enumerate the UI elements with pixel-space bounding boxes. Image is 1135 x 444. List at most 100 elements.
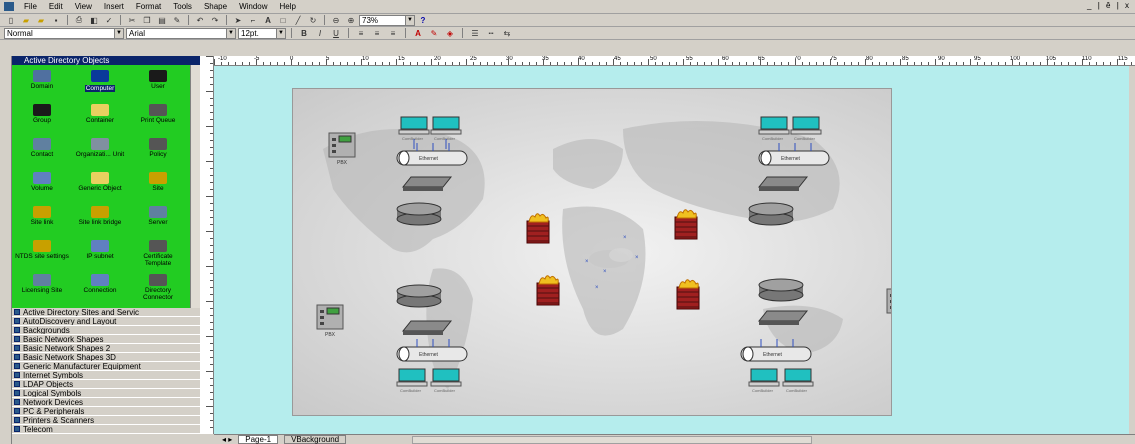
fill-color-icon[interactable]: ◈: [443, 28, 457, 39]
rotate-tool-icon[interactable]: ↻: [306, 15, 320, 26]
new-icon[interactable]: ▯: [4, 15, 18, 26]
connector-tool-icon[interactable]: ⌐: [246, 15, 260, 26]
font-size-select[interactable]: 12pt. ▼: [238, 27, 286, 39]
stencil-shape-site-link[interactable]: Site link: [14, 204, 70, 240]
drawing-canvas[interactable]: PBX ComBuilder ComBuilder Ethernet ComBuilde…: [214, 66, 1129, 434]
font-select[interactable]: Arial ▼: [126, 27, 236, 39]
italic-icon[interactable]: I: [313, 28, 327, 39]
stencil-shape-site-link-bridge[interactable]: Site link bridge: [72, 204, 128, 240]
line-color-icon[interactable]: ✎: [427, 28, 441, 39]
drawing-page[interactable]: PBX ComBuilder ComBuilder Ethernet ComBuilde…: [292, 88, 892, 416]
stencil-shape-org-unit[interactable]: Organizati... Unit: [72, 136, 128, 172]
pointer-tool-icon[interactable]: ➤: [231, 15, 245, 26]
menu-view[interactable]: View: [69, 1, 98, 13]
align-right-icon[interactable]: ≡: [386, 28, 400, 39]
stencil-list-item[interactable]: LDAP Objects: [12, 380, 200, 389]
paste-icon[interactable]: ▤: [155, 15, 169, 26]
window-controls[interactable]: _ | ê | x: [1087, 1, 1131, 10]
stencil-shape-ntds[interactable]: NTDS site settings: [14, 238, 70, 274]
stencil-shape-policy[interactable]: Policy: [130, 136, 186, 172]
stencil-list-item[interactable]: AutoDiscovery and Layout: [12, 317, 200, 326]
stencil-shape-certificate[interactable]: Certificate Template: [130, 238, 186, 274]
stencil-shape-directory-connector[interactable]: Directory Connector: [130, 272, 186, 308]
print-preview-icon[interactable]: ◧: [87, 15, 101, 26]
ruler-tick: [424, 62, 425, 65]
zoom-select[interactable]: 73% ▼: [359, 14, 415, 26]
stencil-list-item[interactable]: Basic Network Shapes: [12, 335, 200, 344]
tab-nav-icon[interactable]: ◂ ▸: [222, 435, 232, 444]
stencil-list-item[interactable]: Generic Manufacturer Equipment: [12, 362, 200, 371]
stencil-list-item[interactable]: Basic Network Shapes 3D: [12, 353, 200, 362]
line-pattern-icon[interactable]: ┅: [484, 28, 498, 39]
rectangle-tool-icon[interactable]: □: [276, 15, 290, 26]
menu-file[interactable]: File: [18, 1, 43, 13]
firewall-flame: [538, 275, 559, 285]
menu-help[interactable]: Help: [274, 1, 302, 13]
stencil-shape-user[interactable]: User: [130, 68, 186, 104]
menu-shape[interactable]: Shape: [198, 1, 233, 13]
stencil-list-item[interactable]: Network Devices: [12, 398, 200, 407]
font-color-icon[interactable]: A: [411, 28, 425, 39]
stencil-shape-site[interactable]: Site: [130, 170, 186, 206]
stencil-shape-computer[interactable]: Computer: [72, 68, 128, 104]
horizontal-scrollbar[interactable]: [412, 435, 813, 444]
zoom-out-icon[interactable]: ⊖: [329, 15, 343, 26]
vertical-scrollbar[interactable]: [1129, 66, 1135, 434]
align-left-icon[interactable]: ≡: [354, 28, 368, 39]
text-tool-icon[interactable]: A: [261, 15, 275, 26]
cut-icon[interactable]: ✂: [125, 15, 139, 26]
stencil-shape-label: Certificate Template: [143, 253, 173, 267]
stencil-shape-ip-subnet[interactable]: IP subnet: [72, 238, 128, 274]
stencil-list-item[interactable]: Backgrounds: [12, 326, 200, 335]
format-painter-icon[interactable]: ✎: [170, 15, 184, 26]
pbx-screen: [326, 307, 340, 315]
stencil-shape-contact[interactable]: Contact: [14, 136, 70, 172]
stencil-shape-connection[interactable]: Connection: [72, 272, 128, 308]
redo-icon[interactable]: ↷: [208, 15, 222, 26]
stencil-shape-group[interactable]: Group: [14, 102, 70, 138]
menu-window[interactable]: Window: [233, 1, 273, 13]
panel-left-strip: [0, 56, 12, 444]
menu-edit[interactable]: Edit: [43, 1, 69, 13]
stencil-list-item[interactable]: Printers & Scanners: [12, 416, 200, 425]
line-ends-icon[interactable]: ⇆: [500, 28, 514, 39]
stencil-list-item[interactable]: Logical Symbols: [12, 389, 200, 398]
stencil-shape-container[interactable]: Container: [72, 102, 128, 138]
stencil-open-icon[interactable]: ▰: [34, 15, 48, 26]
style-select[interactable]: Normal ▼: [4, 27, 124, 39]
stencil-list-item[interactable]: Basic Network Shapes 2: [12, 344, 200, 353]
stencil-list-item[interactable]: Active Directory Sites and Servic: [12, 308, 200, 317]
ruler-tick: [210, 84, 213, 85]
app-icon[interactable]: [4, 2, 14, 11]
align-center-icon[interactable]: ≡: [370, 28, 384, 39]
stencil-list-item[interactable]: PC & Peripherals: [12, 407, 200, 416]
stencil-list-item[interactable]: Telecom: [12, 425, 200, 434]
stencil-shape-print-queue[interactable]: Print Queue: [130, 102, 186, 138]
spelling-icon[interactable]: ✓: [102, 15, 116, 26]
open-icon[interactable]: ▰: [19, 15, 33, 26]
tab-vbackground[interactable]: VBackground: [284, 435, 347, 444]
stencil-list-item[interactable]: Internet Symbols: [12, 371, 200, 380]
stencil-scrollbar[interactable]: [190, 65, 200, 308]
zoom-in-icon[interactable]: ⊕: [344, 15, 358, 26]
line-weight-icon[interactable]: ☰: [468, 28, 482, 39]
line-tool-icon[interactable]: ╱: [291, 15, 305, 26]
stencil-shape-domain[interactable]: Domain: [14, 68, 70, 104]
bold-icon[interactable]: B: [297, 28, 311, 39]
tab-page-1[interactable]: Page-1: [238, 435, 279, 444]
page-tabs-bar: ◂ ▸ Page-1 VBackground: [214, 434, 1135, 444]
stencil-shape-volume[interactable]: Volume: [14, 170, 70, 206]
menu-tools[interactable]: Tools: [167, 1, 198, 13]
help-icon[interactable]: ?: [416, 15, 430, 26]
save-icon[interactable]: ▪: [49, 15, 63, 26]
menu-insert[interactable]: Insert: [98, 1, 130, 13]
underline-icon[interactable]: U: [329, 28, 343, 39]
stencil-shape-server[interactable]: Server: [130, 204, 186, 240]
print-icon[interactable]: ⎙: [72, 15, 86, 26]
copy-icon[interactable]: ❐: [140, 15, 154, 26]
undo-icon[interactable]: ↶: [193, 15, 207, 26]
stencil-shape-licensing[interactable]: Licensing Site: [14, 272, 70, 308]
stencil-shape-generic-object[interactable]: Generic Object: [72, 170, 128, 206]
stencil-title[interactable]: Active Directory Objects: [12, 56, 200, 65]
menu-format[interactable]: Format: [130, 1, 167, 13]
